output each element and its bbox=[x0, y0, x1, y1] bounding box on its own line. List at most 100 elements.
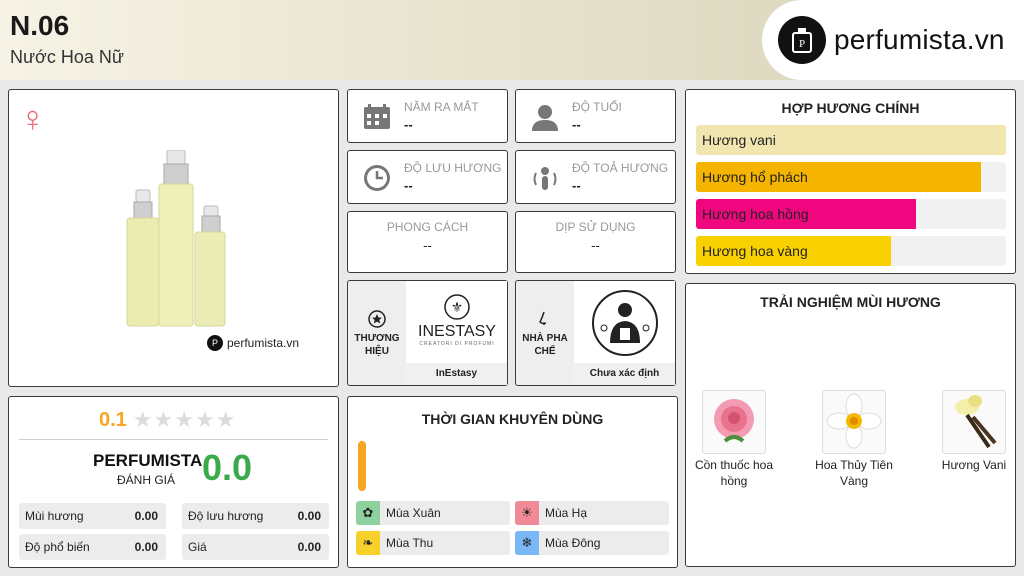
person-icon bbox=[530, 102, 560, 132]
season-label: Mùa Thu bbox=[386, 536, 434, 550]
accord-bar: Hương hoa hồng bbox=[696, 199, 1006, 229]
age-tile: ĐỘ TUỔI -- bbox=[515, 89, 676, 143]
calendar-icon bbox=[362, 102, 392, 132]
time-indicator-bar bbox=[358, 441, 366, 491]
release-year-tile: NĂM RA MẮT -- bbox=[347, 89, 508, 143]
style-tile: PHONG CÁCH -- bbox=[347, 211, 508, 273]
spring-icon: ✿ bbox=[356, 501, 380, 525]
star-badge-icon bbox=[368, 310, 386, 328]
occasion-value: -- bbox=[591, 238, 600, 253]
note-name: Hương Vani bbox=[941, 458, 1007, 472]
brand-logo-text: INESTASY bbox=[418, 323, 496, 340]
vanilla-image bbox=[942, 390, 1006, 454]
metric-label: Mùi hương bbox=[25, 509, 84, 523]
brand-name: perfumista.vn bbox=[834, 24, 1005, 55]
perfumista-subtitle: ĐÁNH GIÁ bbox=[117, 473, 176, 487]
season-label: Mùa Hạ bbox=[545, 506, 588, 520]
sun-icon: ☀ bbox=[515, 501, 539, 525]
watermark-text: perfumista.vn bbox=[227, 336, 300, 350]
metric-value: 0.00 bbox=[134, 509, 158, 523]
release-year-value: -- bbox=[404, 117, 413, 132]
metric-label: Độ phổ biến bbox=[25, 540, 90, 554]
age-value: -- bbox=[572, 117, 581, 132]
season-summer: ☀ Mùa Hạ bbox=[515, 501, 669, 525]
note-name: Cồn thuốc hoa hồng bbox=[694, 458, 774, 488]
brand-label: THƯƠNG HIỆU bbox=[354, 333, 400, 357]
metric-value: 0.00 bbox=[134, 540, 158, 554]
star-rating[interactable]: ★★★★★ bbox=[133, 407, 237, 433]
season-autumn: ❧ Mùa Thu bbox=[356, 531, 510, 555]
brand-logo[interactable]: P perfumista.vn bbox=[762, 0, 1024, 80]
svg-text:⚜: ⚜ bbox=[450, 300, 463, 316]
scent-notes-card: TRẢI NGHIỆM MÙI HƯƠNG Cồn thuốc hoa hồng… bbox=[685, 283, 1016, 567]
metric-label: Giá bbox=[188, 540, 207, 554]
accord-name: Hương hoa hồng bbox=[702, 206, 809, 222]
metric-scent: Mùi hương 0.00 bbox=[19, 503, 166, 529]
daffodil-image bbox=[822, 390, 886, 454]
note-item[interactable]: Hoa Thủy Tiên Vàng bbox=[814, 390, 894, 489]
perfume-bottle-icon: P bbox=[778, 16, 826, 64]
rating-card: 0.1 ★★★★★ PERFUMISTA ĐÁNH GIÁ 0.0 Mùi hư… bbox=[8, 396, 339, 568]
snowflake-icon: ❄ bbox=[515, 531, 539, 555]
perfumista-score: 0.0 bbox=[202, 447, 253, 488]
season-spring: ✿ Mùa Xuân bbox=[356, 501, 510, 525]
product-image-card: ♀ P perfumista.vn bbox=[8, 89, 339, 387]
season-winter: ❄ Mùa Đông bbox=[515, 531, 669, 555]
season-label: Mùa Xuân bbox=[386, 506, 441, 520]
style-value: -- bbox=[423, 238, 432, 253]
metric-value: 0.00 bbox=[297, 540, 321, 554]
divider bbox=[19, 439, 328, 440]
product-subtitle: Nước Hoa Nữ bbox=[10, 47, 124, 67]
user-score: 0.1 bbox=[99, 408, 127, 431]
product-title: N.06 bbox=[10, 10, 70, 41]
age-label: ĐỘ TUỔI bbox=[572, 100, 622, 114]
clock-icon bbox=[362, 163, 392, 193]
perfumer-name: Chưa xác định bbox=[574, 363, 675, 385]
metric-longevity: Độ lưu hương 0.00 bbox=[182, 503, 329, 529]
leaf-icon: ❧ bbox=[356, 531, 380, 555]
watermark-logo: P perfumista.vn bbox=[207, 335, 299, 351]
svg-text:P: P bbox=[799, 38, 805, 50]
season-label: Mùa Đông bbox=[545, 536, 601, 550]
note-item[interactable]: Hương Vani bbox=[934, 390, 1014, 474]
style-label: PHONG CÁCH bbox=[386, 220, 469, 234]
occasion-tile: DỊP SỬ DỤNG -- bbox=[515, 211, 676, 273]
metric-price: Giá 0.00 bbox=[182, 534, 329, 560]
perfumer-tile[interactable]: NHÀ PHA CHẾ Chưa xác định bbox=[515, 280, 676, 386]
accord-bar: Hương hoa vàng bbox=[696, 236, 1006, 266]
perfumer-avatar bbox=[574, 281, 675, 365]
recommended-time-card: THỜI GIAN KHUYÊN DÙNG ✿ Mùa Xuân ☀ Mùa H… bbox=[347, 396, 678, 568]
occasion-label: DỊP SỬ DỤNG bbox=[555, 220, 636, 234]
notes-title: TRẢI NGHIỆM MÙI HƯƠNG bbox=[760, 294, 941, 310]
brand-tile[interactable]: THƯƠNG HIỆU ⚜ INESTASY CREATORI DI PROFU… bbox=[347, 280, 508, 386]
accord-name: Hương vani bbox=[702, 132, 776, 148]
longevity-value: -- bbox=[404, 178, 413, 193]
longevity-label: ĐỘ LƯU HƯƠNG bbox=[404, 161, 502, 175]
seasons-title: THỜI GIAN KHUYÊN DÙNG bbox=[421, 411, 604, 427]
nose-icon bbox=[539, 311, 547, 325]
product-image bbox=[119, 149, 239, 410]
brand-logo-tagline: CREATORI DI PROFUMI bbox=[419, 341, 494, 347]
accords-title: HỢP HƯƠNG CHÍNH bbox=[781, 100, 920, 116]
sillage-label: ĐỘ TOẢ HƯƠNG bbox=[572, 161, 669, 175]
brand-logo-image: ⚜ INESTASY CREATORI DI PROFUMI bbox=[406, 281, 507, 365]
accord-bar: Hương vani bbox=[696, 125, 1006, 155]
perfumista-title: PERFUMISTA bbox=[93, 451, 203, 470]
page-header: N.06 Nước Hoa Nữ P perfumista.vn bbox=[0, 0, 1024, 80]
sillage-value: -- bbox=[572, 178, 581, 193]
main-accords-card: HỢP HƯƠNG CHÍNH Hương vani Hương hổ phách… bbox=[685, 89, 1016, 274]
sillage-icon bbox=[530, 163, 560, 193]
note-item[interactable]: Cồn thuốc hoa hồng bbox=[694, 390, 774, 489]
sillage-tile: ĐỘ TOẢ HƯƠNG -- bbox=[515, 150, 676, 204]
perfume-bottle-icon: P bbox=[207, 335, 223, 351]
metric-label: Độ lưu hương bbox=[188, 509, 264, 523]
metric-popularity: Độ phổ biến 0.00 bbox=[19, 534, 166, 560]
brand-name: InEstasy bbox=[406, 363, 507, 385]
accord-bar: Hương hổ phách bbox=[696, 162, 1006, 192]
metric-value: 0.00 bbox=[297, 509, 321, 523]
accord-name: Hương hổ phách bbox=[702, 169, 808, 185]
female-icon: ♀ bbox=[19, 98, 46, 139]
release-year-label: NĂM RA MẮT bbox=[404, 100, 479, 114]
accord-name: Hương hoa vàng bbox=[702, 243, 808, 259]
perfumer-label: NHÀ PHA CHẾ bbox=[522, 333, 568, 357]
